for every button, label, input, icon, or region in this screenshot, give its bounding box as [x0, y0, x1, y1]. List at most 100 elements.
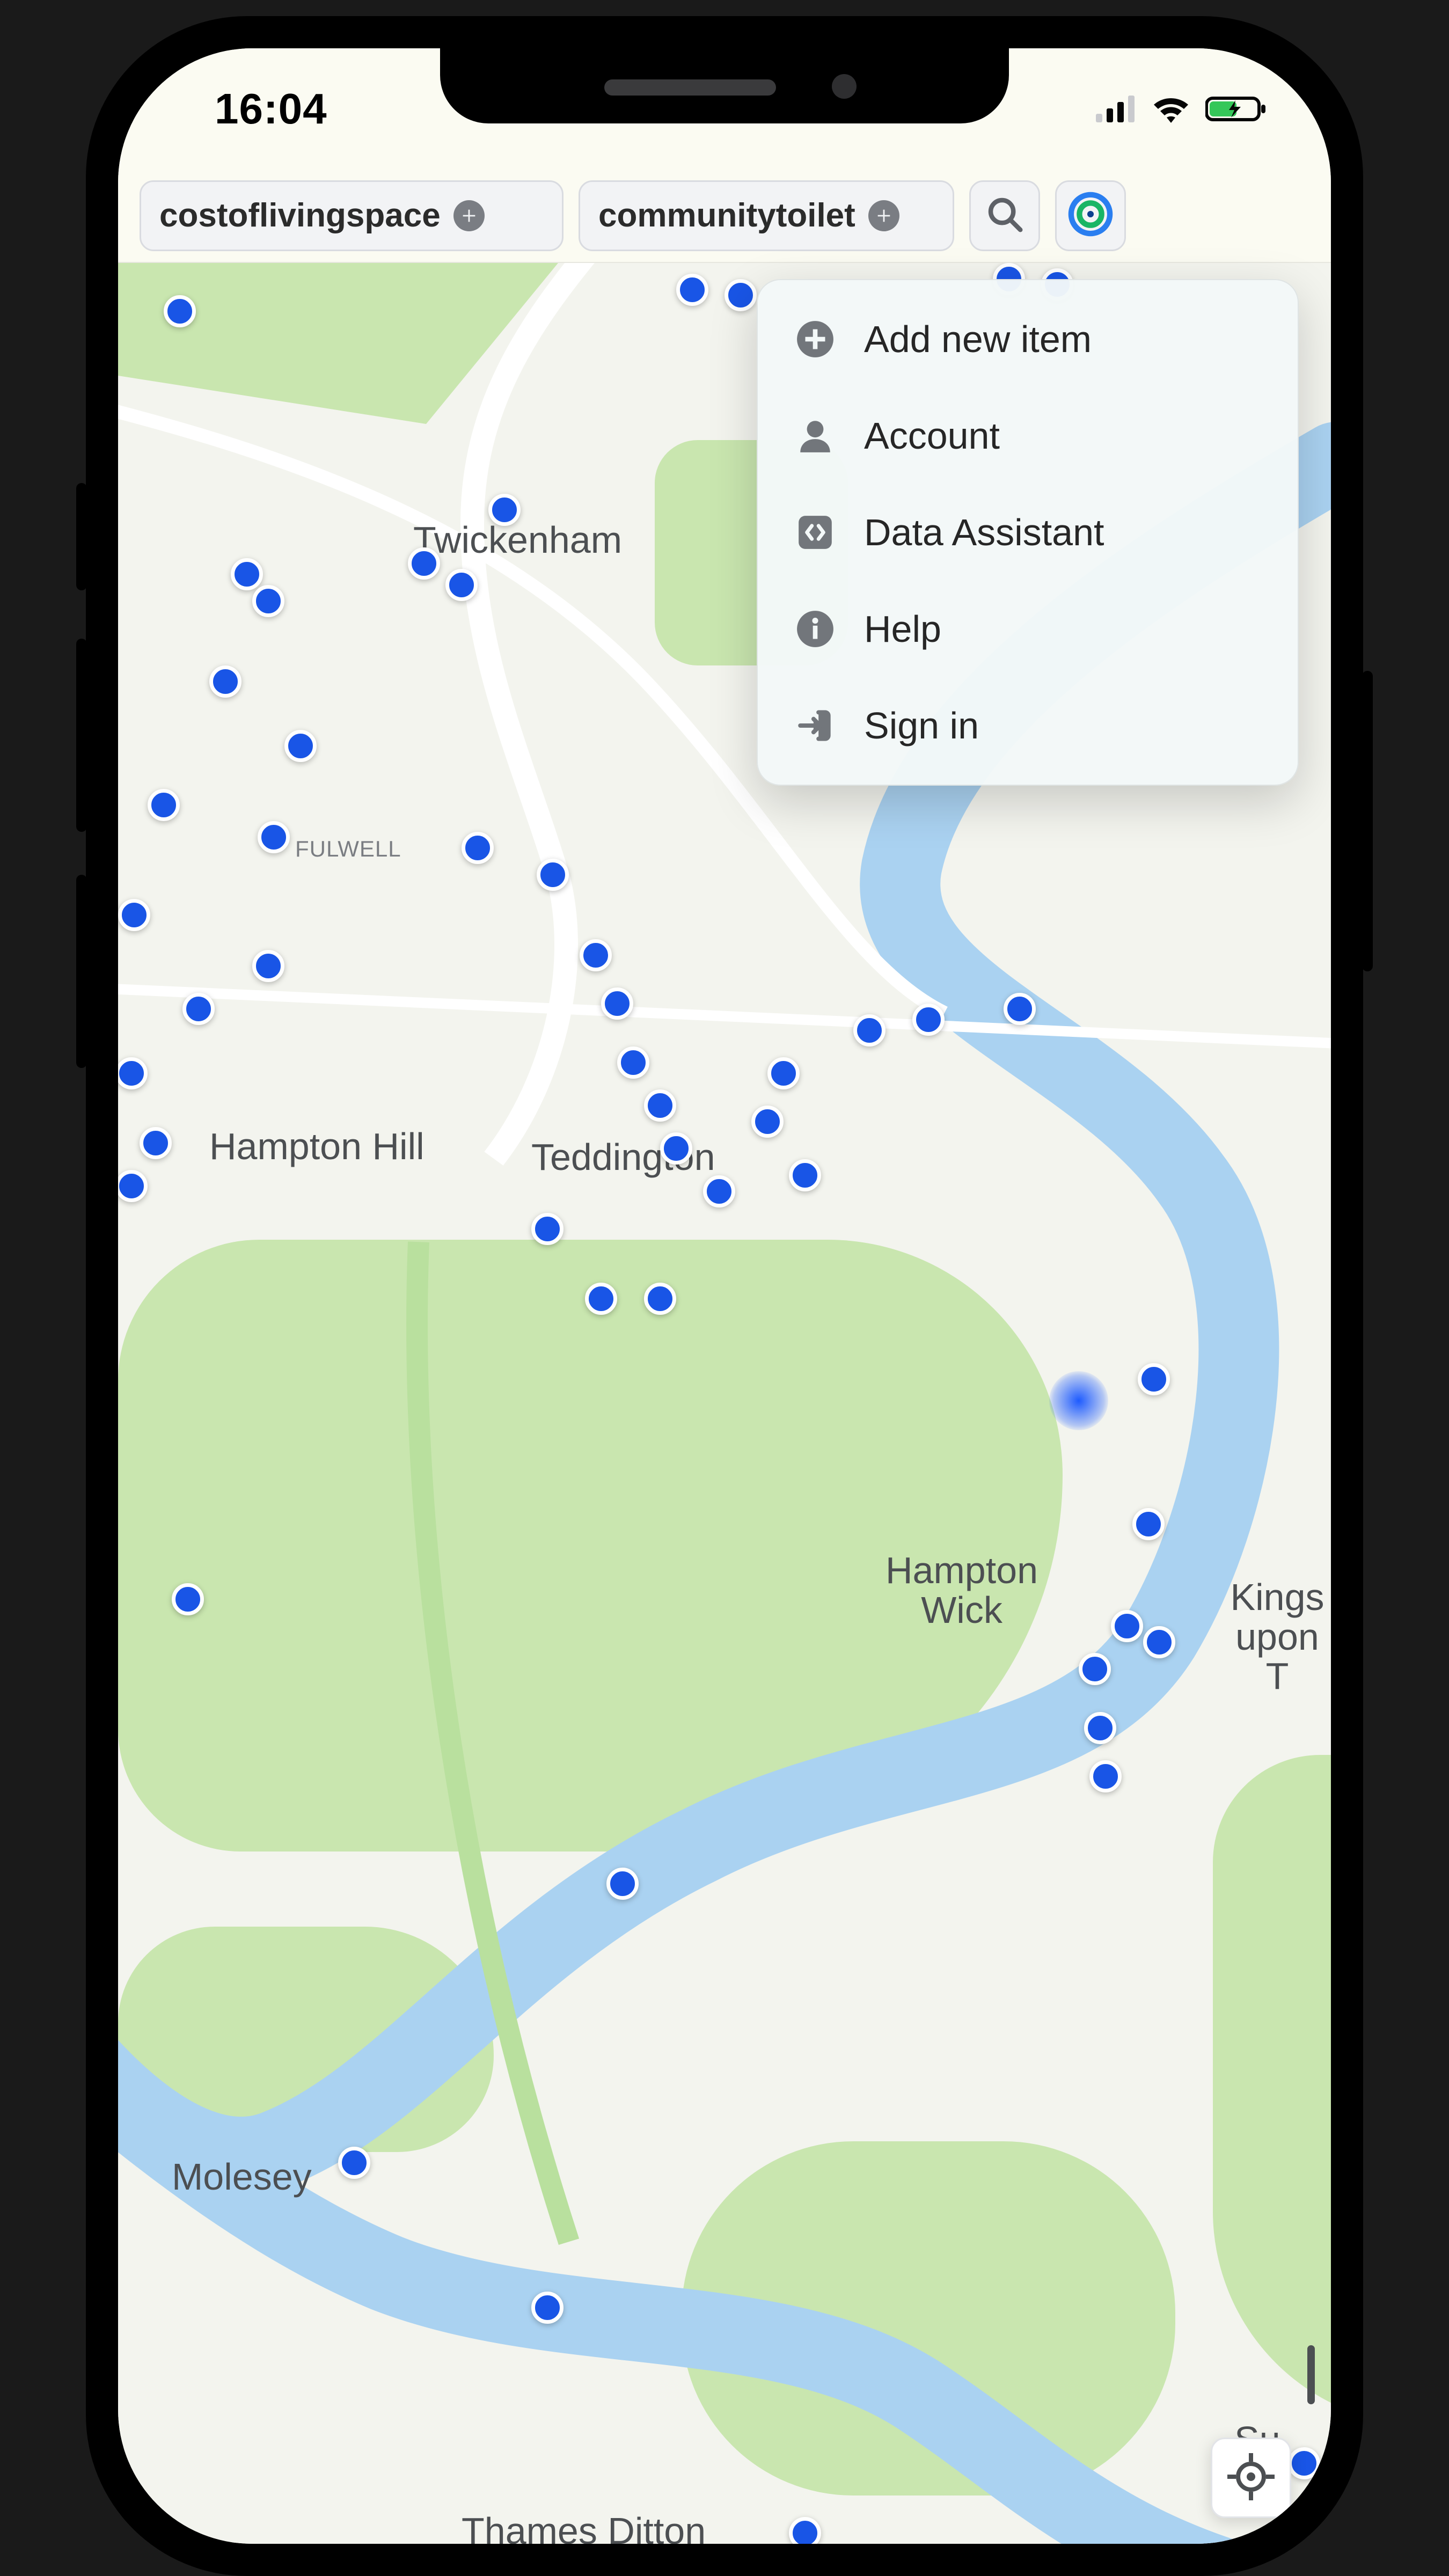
map-place-label: Twickenham [413, 521, 622, 560]
map-marker[interactable] [580, 939, 612, 971]
map-marker[interactable] [118, 899, 150, 931]
concentric-circles-icon [1067, 191, 1114, 240]
map-marker[interactable] [252, 950, 284, 982]
volume-down-button [76, 875, 87, 1068]
scale-bar [1307, 2345, 1315, 2404]
map-marker[interactable] [252, 585, 284, 617]
device-notch [440, 48, 1009, 123]
map-marker[interactable] [601, 987, 633, 1020]
map-marker[interactable] [644, 1089, 676, 1122]
locate-me-button[interactable] [1211, 2438, 1291, 2518]
plus-circle-icon [453, 200, 485, 231]
map-marker[interactable] [751, 1106, 784, 1138]
map-marker[interactable] [1089, 1760, 1122, 1792]
map-marker[interactable] [703, 1175, 735, 1208]
menu-item-label: Help [864, 608, 941, 650]
map-marker[interactable] [537, 859, 569, 891]
cellular-signal-icon [1096, 96, 1137, 122]
mute-switch [76, 483, 87, 590]
map-marker[interactable] [1079, 1653, 1111, 1685]
map-marker[interactable] [1004, 993, 1036, 1025]
map-marker[interactable] [182, 993, 215, 1025]
toolbar: costoflivingspace communitytoilet [118, 169, 1331, 263]
app-menu-button[interactable] [1055, 180, 1126, 251]
map-marker[interactable] [606, 1868, 639, 1900]
map-marker[interactable] [724, 279, 757, 311]
map-place-label: Molesey [172, 2157, 312, 2197]
filter-chip-communitytoilet[interactable]: communitytoilet [579, 180, 954, 251]
map-marker[interactable] [488, 494, 521, 526]
park-area [118, 263, 558, 424]
code-square-icon [795, 513, 835, 552]
menu-item-account[interactable]: Account [758, 387, 1298, 484]
wifi-icon [1152, 95, 1190, 123]
menu-item-help[interactable]: Help [758, 581, 1298, 677]
map-marker[interactable] [644, 1283, 676, 1315]
park-area [682, 2141, 1175, 2496]
power-button [1362, 671, 1373, 971]
phone-frame: 16:04 costoflivingspace [86, 16, 1363, 2576]
map-place-label: Kingsupon T [1224, 1578, 1331, 1696]
menu-item-label: Data Assistant [864, 511, 1104, 554]
search-icon [984, 193, 1026, 238]
map-marker[interactable] [408, 547, 440, 580]
map-place-label: HamptonWick [885, 1551, 1038, 1630]
menu-item-label: Add new item [864, 318, 1092, 361]
map-marker[interactable] [1138, 1363, 1170, 1395]
person-icon [795, 416, 835, 456]
map-marker[interactable] [462, 832, 494, 864]
park-area [1213, 1755, 1331, 2426]
plus-circle-icon [795, 319, 835, 359]
menu-item-sign-in[interactable]: Sign in [758, 677, 1298, 774]
map-marker[interactable] [767, 1057, 800, 1089]
menu-item-label: Sign in [864, 704, 979, 747]
info-circle-icon [795, 609, 835, 649]
map-marker[interactable] [209, 665, 241, 698]
map-marker[interactable] [617, 1046, 649, 1079]
battery-charging-icon [1205, 95, 1267, 123]
crosshair-icon [1225, 2451, 1277, 2505]
map-marker[interactable] [284, 730, 317, 762]
map-marker[interactable] [1143, 1626, 1175, 1658]
plus-circle-icon [868, 200, 899, 231]
filter-chip-costoflivingspace[interactable]: costoflivingspace [140, 180, 564, 251]
map-marker[interactable] [912, 1004, 945, 1036]
map-marker[interactable] [789, 2517, 821, 2544]
chip-label: costoflivingspace [159, 196, 441, 235]
map-marker[interactable] [172, 1583, 204, 1615]
map-marker[interactable] [1132, 1508, 1165, 1540]
map-place-label: Hampton Hill [209, 1127, 425, 1167]
sign-in-icon [795, 706, 835, 745]
volume-up-button [76, 639, 87, 832]
map-marker[interactable] [1084, 1712, 1116, 1744]
map-marker[interactable] [1111, 1610, 1143, 1642]
map-marker[interactable] [676, 274, 708, 306]
status-time: 16:04 [215, 84, 327, 134]
map-marker[interactable] [585, 1283, 617, 1315]
search-button[interactable] [969, 180, 1040, 251]
map-marker[interactable] [660, 1132, 692, 1165]
map-marker[interactable] [789, 1159, 821, 1191]
chip-label: communitytoilet [598, 196, 855, 235]
map-marker[interactable] [531, 2292, 564, 2324]
map-marker[interactable] [118, 1170, 148, 1202]
map-marker[interactable] [231, 558, 263, 590]
map-marker[interactable] [140, 1127, 172, 1159]
map-marker[interactable] [1288, 2447, 1320, 2479]
map-marker[interactable] [853, 1014, 885, 1046]
map-marker[interactable] [164, 295, 196, 327]
map-place-label: FULWELL [295, 837, 401, 861]
map-marker[interactable] [258, 821, 290, 853]
main-menu-popover: Add new item Account Data Assistant Help… [757, 279, 1299, 786]
menu-item-data-assistant[interactable]: Data Assistant [758, 484, 1298, 581]
park-bushy [118, 1240, 1063, 1851]
map-marker[interactable] [1049, 1371, 1108, 1430]
map-marker[interactable] [531, 1213, 564, 1245]
map-marker[interactable] [338, 2147, 370, 2179]
menu-item-label: Account [864, 414, 1000, 457]
map-marker[interactable] [445, 569, 478, 601]
park-area [118, 1927, 494, 2152]
map-marker[interactable] [118, 1057, 148, 1089]
menu-item-add-new-item[interactable]: Add new item [758, 291, 1298, 387]
map-marker[interactable] [148, 789, 180, 821]
